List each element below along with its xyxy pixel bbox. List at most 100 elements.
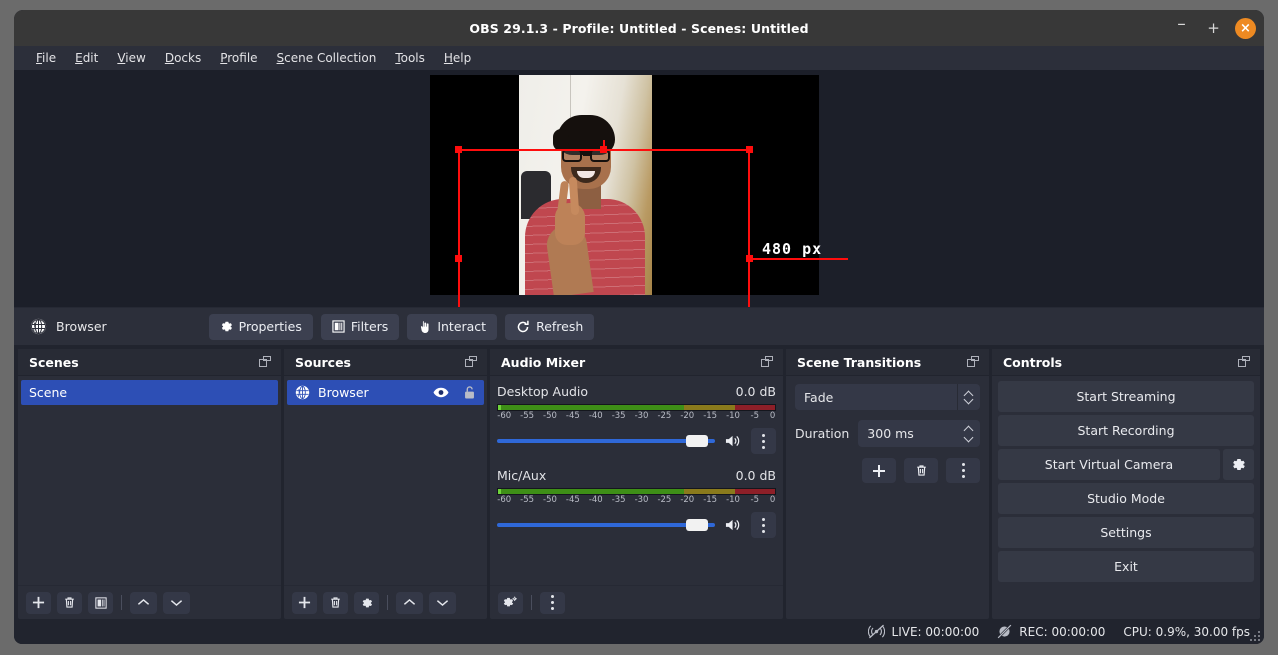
duration-label: Duration bbox=[795, 426, 849, 441]
move-scene-up-button[interactable] bbox=[130, 592, 157, 614]
filters-button[interactable]: Filters bbox=[321, 314, 399, 340]
source-toolbar: Browser Properties bbox=[14, 307, 1264, 345]
float-dock-icon[interactable] bbox=[259, 356, 272, 369]
menu-profile[interactable]: Profile bbox=[212, 49, 265, 67]
live-timer: LIVE: 00:00:00 bbox=[892, 625, 980, 639]
scene-list-item[interactable]: Scene bbox=[21, 380, 278, 405]
menu-profile-rest: rofile bbox=[227, 51, 257, 65]
menu-docks-mnemonic: D bbox=[165, 51, 174, 65]
scene-item-label: Scene bbox=[29, 385, 67, 400]
mute-speaker-icon[interactable] bbox=[723, 518, 743, 532]
cpu-fps-label: CPU: 0.9%, 30.00 fps bbox=[1123, 625, 1250, 639]
add-source-button[interactable] bbox=[292, 592, 317, 614]
transition-select-arrows[interactable] bbox=[957, 384, 980, 410]
settings-button[interactable]: Settings bbox=[998, 517, 1254, 548]
resize-handle-top-right[interactable] bbox=[746, 146, 753, 153]
sources-list[interactable]: Browser bbox=[284, 376, 487, 585]
channel-menu-button[interactable] bbox=[751, 512, 776, 538]
float-dock-icon[interactable] bbox=[465, 356, 478, 369]
resize-handle-middle-left[interactable] bbox=[455, 255, 462, 262]
duration-spin-arrows[interactable] bbox=[958, 427, 980, 441]
start-streaming-button[interactable]: Start Streaming bbox=[998, 381, 1254, 412]
refresh-button[interactable]: Refresh bbox=[505, 314, 594, 340]
exit-button[interactable]: Exit bbox=[998, 551, 1254, 582]
volume-slider[interactable] bbox=[497, 515, 715, 535]
source-list-item[interactable]: Browser bbox=[287, 380, 484, 405]
menu-view[interactable]: View bbox=[109, 49, 153, 67]
menu-help-rest: elp bbox=[453, 51, 471, 65]
menu-docks[interactable]: Docks bbox=[157, 49, 209, 67]
scenes-toolbar bbox=[18, 585, 281, 619]
resize-handle-top-center[interactable] bbox=[600, 146, 607, 153]
move-source-down-button[interactable] bbox=[429, 592, 456, 614]
remove-transition-button[interactable] bbox=[904, 458, 938, 483]
mute-speaker-icon[interactable] bbox=[723, 434, 743, 448]
studio-mode-button[interactable]: Studio Mode bbox=[998, 483, 1254, 514]
interact-button[interactable]: Interact bbox=[407, 314, 497, 340]
menu-scene-collection[interactable]: Scene Collection bbox=[269, 49, 385, 67]
float-dock-icon[interactable] bbox=[967, 356, 980, 369]
mixer-channel-mic-aux: Mic/Aux 0.0 dB -60 -55 -50 -45 - bbox=[490, 464, 783, 540]
eye-icon[interactable] bbox=[433, 387, 449, 398]
add-scene-button[interactable] bbox=[26, 592, 51, 614]
volume-slider-handle[interactable] bbox=[686, 519, 708, 531]
volume-slider-track bbox=[497, 439, 715, 443]
sources-dock-header: Sources bbox=[284, 349, 487, 376]
sources-dock-title: Sources bbox=[295, 355, 351, 370]
volume-slider[interactable] bbox=[497, 431, 715, 451]
source-toolbar-name: Browser bbox=[30, 318, 107, 335]
resize-grip[interactable] bbox=[1250, 631, 1260, 641]
scenes-list[interactable]: Scene bbox=[18, 376, 281, 585]
scenes-toolbar-separator bbox=[121, 595, 122, 610]
mixer-menu-button[interactable] bbox=[540, 592, 565, 614]
controls-dock-title: Controls bbox=[1003, 355, 1062, 370]
interact-button-label: Interact bbox=[437, 319, 486, 334]
remove-source-button[interactable] bbox=[323, 592, 348, 614]
menu-help[interactable]: Help bbox=[436, 49, 479, 67]
duration-spinbox[interactable]: 300 ms bbox=[858, 420, 980, 447]
menu-edit[interactable]: Edit bbox=[67, 49, 106, 67]
float-dock-icon[interactable] bbox=[761, 356, 774, 369]
rec-timer: REC: 00:00:00 bbox=[1019, 625, 1105, 639]
menu-tools[interactable]: Tools bbox=[387, 49, 433, 67]
channel-menu-button[interactable] bbox=[751, 428, 776, 454]
source-selection-box[interactable] bbox=[458, 149, 750, 307]
source-properties-button[interactable] bbox=[354, 592, 379, 614]
transition-select[interactable]: Fade bbox=[795, 384, 980, 410]
properties-button[interactable]: Properties bbox=[209, 314, 313, 340]
menu-view-rest: iew bbox=[125, 51, 146, 65]
maximize-button[interactable]: + bbox=[1203, 18, 1224, 39]
channel-controls bbox=[497, 428, 776, 454]
dock-area: Scenes Scene bbox=[14, 345, 1264, 619]
window-title: OBS 29.1.3 - Profile: Untitled - Scenes:… bbox=[469, 21, 808, 36]
scene-filters-button[interactable] bbox=[88, 592, 113, 614]
sources-toolbar bbox=[284, 585, 487, 619]
menu-file[interactable]: File bbox=[28, 49, 64, 67]
advanced-audio-properties-button[interactable] bbox=[498, 592, 523, 614]
meter-scale: -60 -55 -50 -45 -40 -35 -30 -25 -20 -15 … bbox=[497, 495, 776, 508]
remove-scene-button[interactable] bbox=[57, 592, 82, 614]
duration-value: 300 ms bbox=[867, 426, 914, 441]
add-transition-button[interactable] bbox=[862, 458, 896, 483]
virtual-camera-config-button[interactable] bbox=[1223, 449, 1254, 480]
move-source-up-button[interactable] bbox=[396, 592, 423, 614]
record-off-icon bbox=[997, 624, 1012, 639]
measurement-label: 480 px bbox=[762, 240, 822, 258]
move-scene-down-button[interactable] bbox=[163, 592, 190, 614]
volume-slider-handle[interactable] bbox=[686, 435, 708, 447]
menu-scene-collection-rest: cene Collection bbox=[284, 51, 376, 65]
resize-handle-top-left[interactable] bbox=[455, 146, 462, 153]
start-recording-button[interactable]: Start Recording bbox=[998, 415, 1254, 446]
obs-main-window: OBS 29.1.3 - Profile: Untitled - Scenes:… bbox=[14, 10, 1264, 644]
preview-canvas-area[interactable]: 480 px bbox=[14, 70, 1264, 307]
close-button[interactable]: × bbox=[1235, 18, 1256, 39]
lock-open-icon[interactable] bbox=[463, 385, 476, 400]
minimize-button[interactable]: – bbox=[1171, 18, 1192, 39]
transition-menu-button[interactable] bbox=[946, 458, 980, 483]
transition-select-value: Fade bbox=[804, 390, 833, 405]
float-dock-icon[interactable] bbox=[1238, 356, 1251, 369]
refresh-icon bbox=[516, 320, 530, 334]
mixer-toolbar-separator bbox=[531, 595, 532, 610]
virtual-camera-row: Start Virtual Camera bbox=[998, 449, 1254, 480]
start-virtual-camera-button[interactable]: Start Virtual Camera bbox=[998, 449, 1220, 480]
